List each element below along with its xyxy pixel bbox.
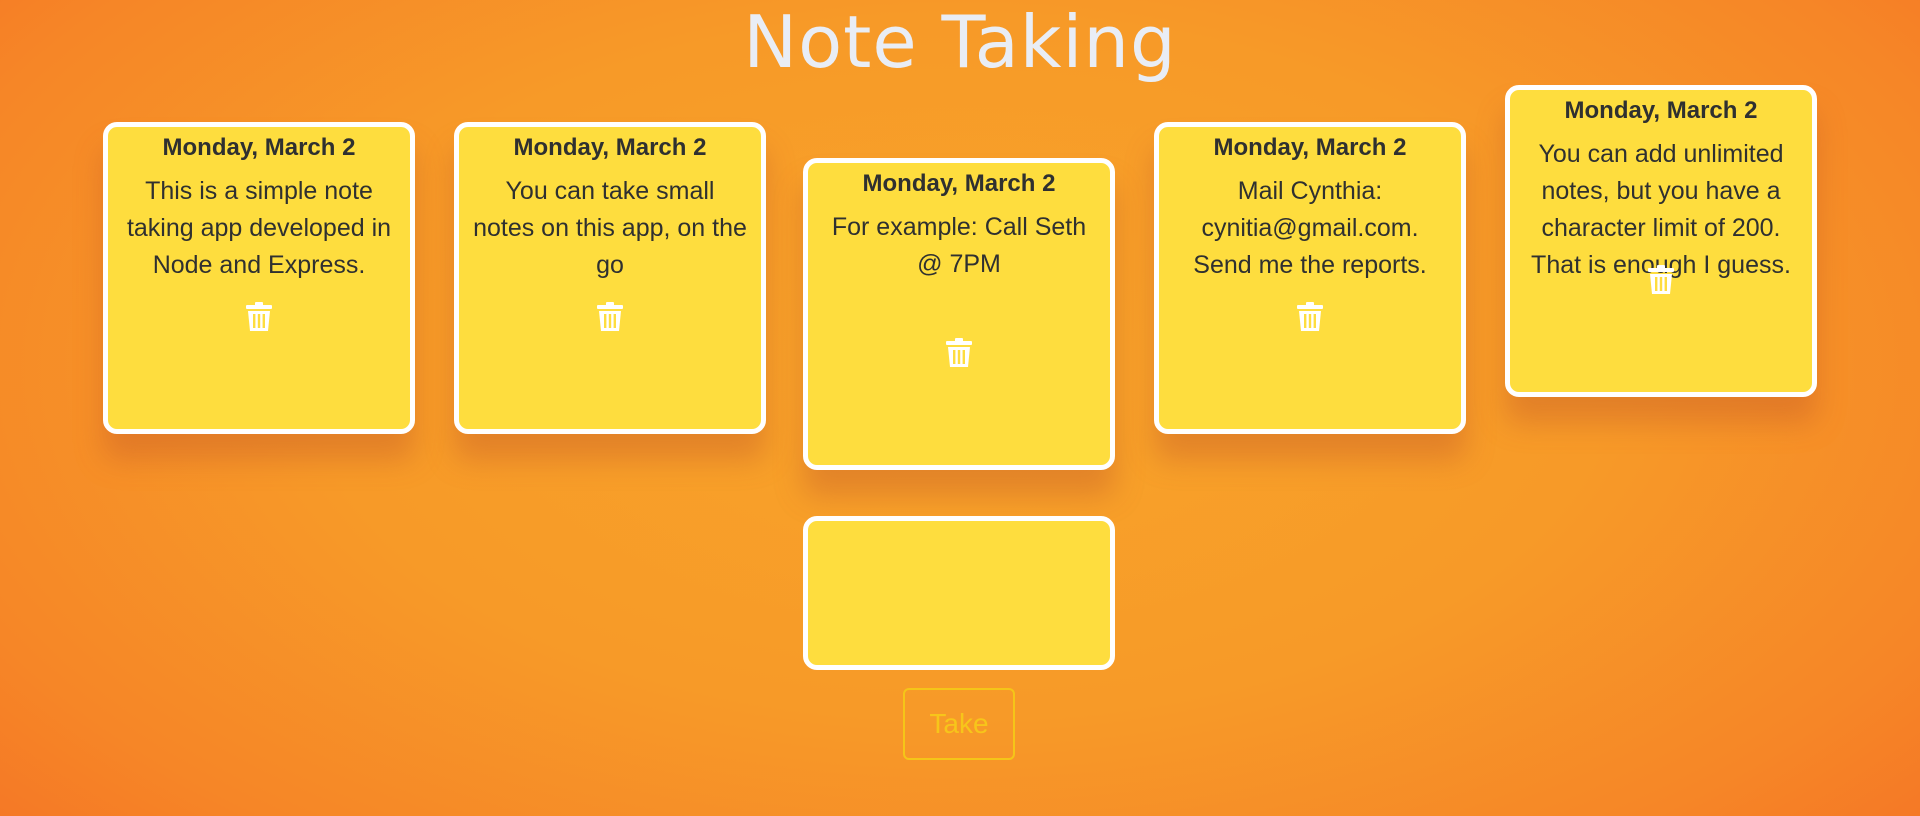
note-date: Monday, March 2 [1564,97,1758,124]
note-text: You can add unlimited notes, but you hav… [1531,140,1791,279]
trash-icon[interactable] [946,338,972,368]
note-input[interactable] [803,516,1115,670]
note-date: Monday, March 2 [862,170,1056,197]
note-card: Monday, March 2 This is a simple note ta… [103,122,415,434]
note-text: You can take small notes on this app, on… [473,177,747,279]
take-button[interactable]: Take [903,688,1015,760]
note-date: Monday, March 2 [162,134,356,161]
page-title: Note Taking [743,0,1177,84]
note-date: Monday, March 2 [513,134,707,161]
note-card: Monday, March 2 You can take small notes… [454,122,766,434]
trash-icon[interactable] [246,302,272,332]
trash-icon[interactable] [1297,302,1323,332]
trash-icon[interactable] [1648,265,1674,295]
note-text: For example: Call Seth @ 7PM [831,213,1087,278]
note-text: This is a simple note taking app develop… [126,177,392,279]
note-text: Mail Cynthia: cynitia@gmail.com. Send me… [1193,177,1427,279]
trash-icon[interactable] [597,302,623,332]
note-card: Monday, March 2 For example: Call Seth @… [803,158,1115,470]
note-date: Monday, March 2 [1213,134,1407,161]
note-card: Monday, March 2 You can add unlimited no… [1505,85,1817,397]
note-card: Monday, March 2 Mail Cynthia: cynitia@gm… [1154,122,1466,434]
